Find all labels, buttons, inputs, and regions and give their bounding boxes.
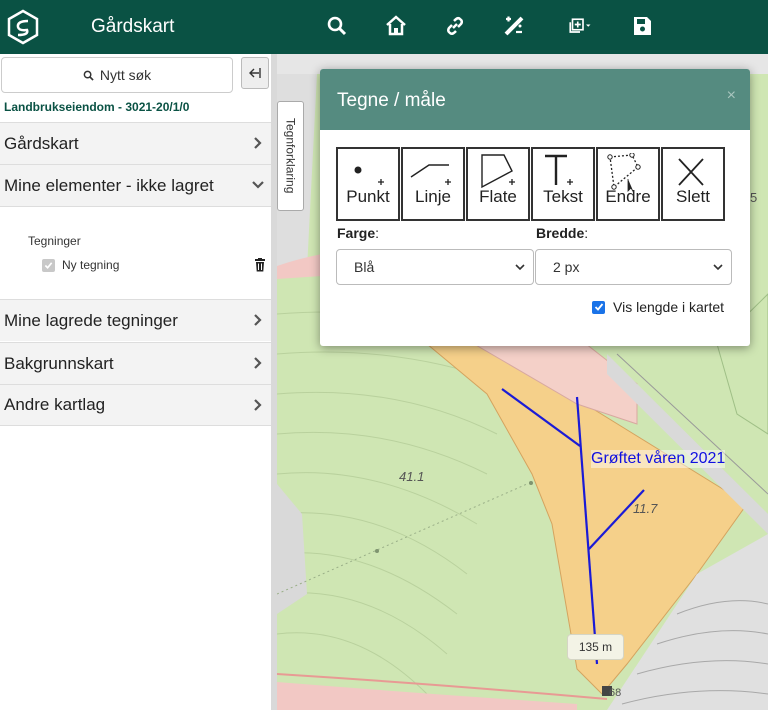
sidebar-item-label: Gårdskart: [4, 133, 79, 153]
draw-measure-dialog: Tegne / måle × Punkt Linje Flate Tekst E…: [320, 69, 750, 346]
chevron-right-icon: [254, 314, 262, 326]
dialog-title: Tegne / måle: [337, 90, 446, 111]
show-length-label: Vis lengde i kartet: [613, 299, 725, 315]
measure-tools-button[interactable]: [499, 11, 529, 41]
tool-label: Tekst: [543, 187, 583, 206]
tool-edit-button[interactable]: Endre: [596, 147, 660, 221]
chevron-down-icon: [515, 264, 525, 271]
link-icon: [446, 16, 464, 36]
map-area-label: 11.7: [633, 501, 658, 516]
chevron-right-icon: [254, 137, 262, 149]
chevron-right-icon: [254, 357, 262, 369]
width-select[interactable]: 2 px: [535, 249, 732, 285]
home-icon: [386, 15, 406, 36]
show-length-option[interactable]: Vis lengde i kartet: [592, 299, 724, 315]
sidebar-item-mine-lagrede[interactable]: Mine lagrede tegninger: [0, 299, 271, 341]
checkmark-icon: [594, 303, 603, 311]
property-label: Landbrukseiendom - 3021-20/1/0: [4, 100, 190, 114]
checkmark-icon: [44, 261, 53, 269]
trash-icon[interactable]: [254, 258, 266, 272]
map-text-annotation[interactable]: Grøftet våren 2021: [591, 450, 726, 468]
chevron-right-icon: [254, 399, 262, 411]
map-area-label: 41.1: [399, 469, 425, 484]
search-icon: [327, 16, 347, 36]
tool-label: Slett: [675, 187, 711, 206]
new-search-label: Nytt søk: [99, 67, 152, 83]
color-select[interactable]: Blå: [336, 249, 534, 285]
map-area-label: 68: [609, 687, 622, 699]
legend-tab-label: Tegnforklaring: [283, 118, 298, 194]
width-label: Bredde:: [536, 225, 589, 241]
tool-label: Linje: [415, 187, 451, 206]
sidebar-item-label: Mine lagrede tegninger: [4, 310, 178, 330]
collapse-left-icon: [249, 68, 261, 78]
add-layer-button[interactable]: [561, 11, 599, 41]
width-select-value: 2 px: [553, 259, 580, 275]
save-icon: [634, 17, 651, 35]
sidebar-item-label: Mine elementer - ikke lagret: [4, 175, 214, 195]
add-layer-icon: [569, 18, 591, 33]
tool-point-button[interactable]: Punkt: [336, 147, 400, 221]
collapse-sidebar-button[interactable]: [241, 57, 269, 89]
tool-label: Flate: [479, 187, 517, 206]
app-logo-icon: [7, 9, 39, 45]
chevron-down-icon: [252, 181, 264, 189]
measure-tools-icon: [504, 16, 524, 36]
save-button[interactable]: [627, 11, 657, 41]
chevron-down-icon: [713, 264, 723, 271]
new-search-button[interactable]: Nytt søk: [1, 57, 233, 93]
app-title: Gårdskart: [91, 16, 175, 37]
sidebar-item-label: Bakgrunnskart: [4, 353, 114, 373]
tool-label: Endre: [605, 187, 651, 206]
home-button[interactable]: [381, 11, 411, 41]
dialog-header[interactable]: Tegne / måle ×: [320, 69, 750, 130]
map-area-label: 5: [750, 190, 758, 205]
top-bar: Gårdskart: [0, 0, 768, 54]
search-button[interactable]: [322, 11, 352, 41]
color-select-value: Blå: [354, 259, 375, 275]
drawing-item[interactable]: Ny tegning: [42, 258, 119, 272]
show-length-checkbox[interactable]: [592, 300, 605, 314]
tool-delete-button[interactable]: Slett: [661, 147, 725, 221]
close-button[interactable]: ×: [727, 87, 736, 105]
sidebar-item-label: Andre kartlag: [4, 395, 106, 414]
sidebar: Nytt søk Landbrukseiendom - 3021-20/1/0 …: [0, 54, 272, 710]
drawings-heading: Tegninger: [28, 234, 81, 248]
mine-elementer-panel: Tegninger Ny tegning: [0, 206, 271, 299]
sidebar-item-gardskart[interactable]: Gårdskart: [0, 122, 271, 164]
tool-line-button[interactable]: Linje: [401, 147, 465, 221]
line-length-label: 135 m: [567, 634, 624, 660]
legend-tab[interactable]: Tegnforklaring: [277, 101, 304, 211]
tool-label: Punkt: [346, 187, 390, 206]
search-icon: [83, 70, 94, 81]
sidebar-item-bakgrunnskart[interactable]: Bakgrunnskart: [0, 342, 271, 384]
draw-tools: Punkt Linje Flate Tekst Endre Slett: [336, 147, 725, 221]
drawing-checkbox[interactable]: [42, 258, 55, 272]
sidebar-item-mine-elementer[interactable]: Mine elementer - ikke lagret: [0, 164, 271, 206]
color-label: Farge:: [337, 225, 380, 241]
drawing-label: Ny tegning: [62, 258, 120, 272]
tool-polygon-button[interactable]: Flate: [466, 147, 530, 221]
sidebar-item-andre-kartlag[interactable]: Andre kartlag: [0, 384, 271, 426]
link-button[interactable]: [440, 11, 470, 41]
tool-text-button[interactable]: Tekst: [531, 147, 595, 221]
